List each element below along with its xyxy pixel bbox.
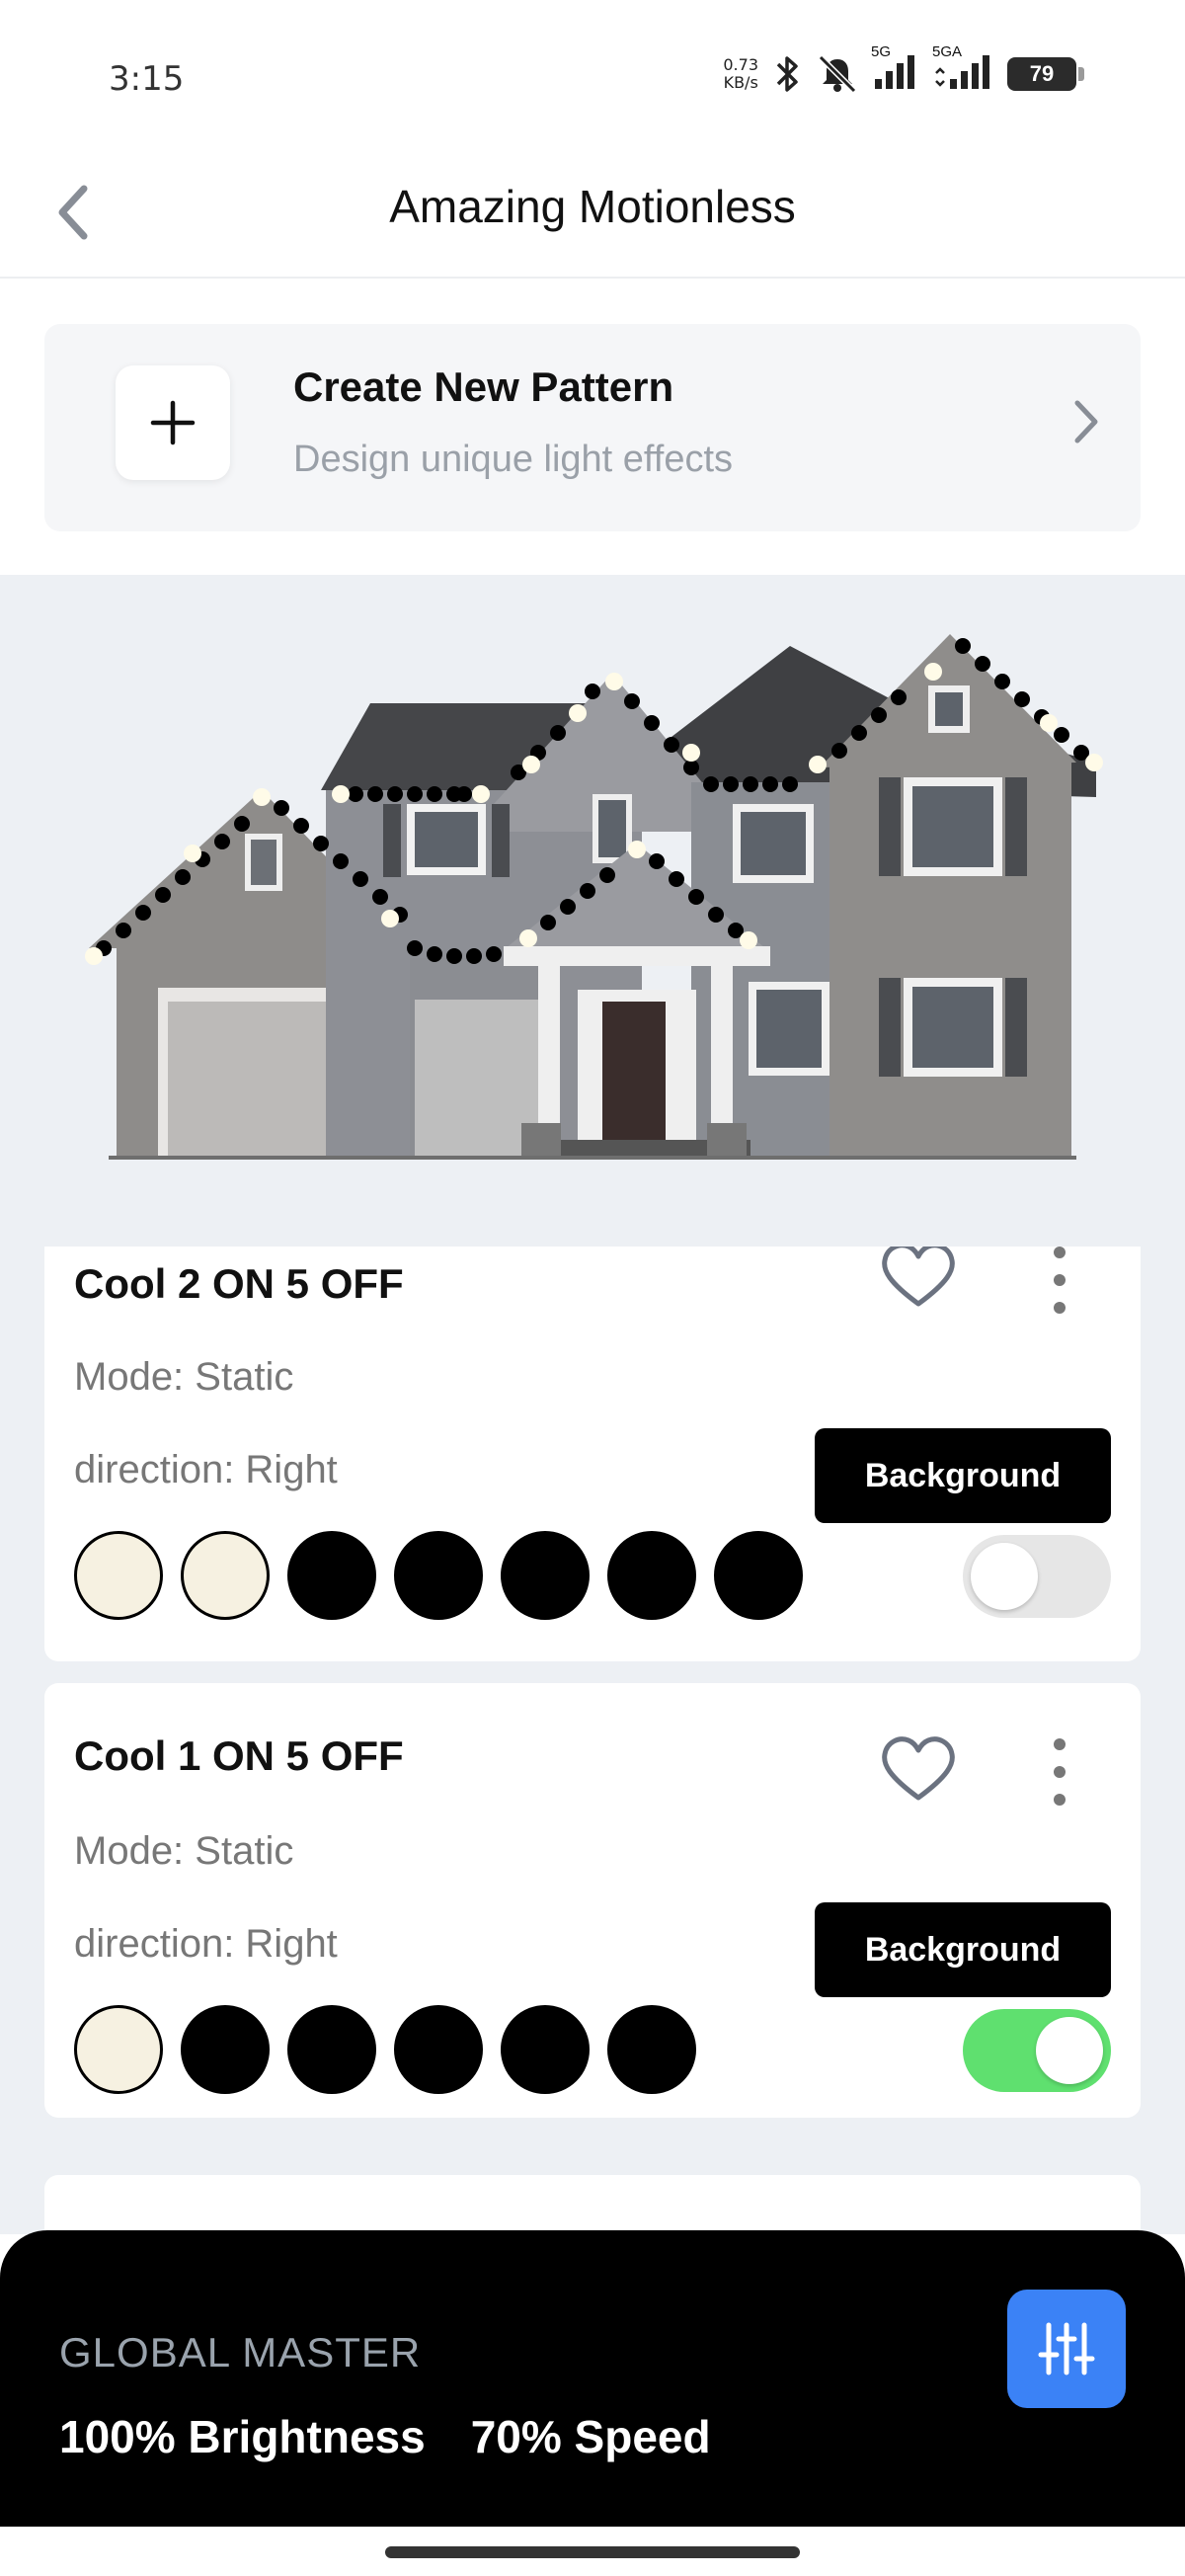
- color-swatch: [181, 2005, 270, 2094]
- app-header: Amazing Motionless: [0, 148, 1185, 279]
- color-swatch: [287, 2005, 376, 2094]
- pattern-card[interactable]: Cool 1 ON 5 OFF Mode: Static direction: …: [44, 1683, 1141, 2118]
- network-speed-value: 0.73: [723, 54, 758, 74]
- pattern-name: Cool 1 ON 5 OFF: [74, 1732, 404, 1779]
- heart-icon[interactable]: [879, 1734, 958, 1804]
- heart-icon[interactable]: [879, 1247, 958, 1310]
- chevron-right-icon: [1071, 397, 1101, 451]
- signal-2-label: 5GA: [932, 43, 963, 60]
- brightness-value: 100% Brightness: [59, 2411, 426, 2462]
- status-bar: 3:15 0.73 KB/s 5G 5GA 79: [0, 0, 1185, 148]
- color-swatches: [74, 2005, 696, 2094]
- signal-2: 5GA: [932, 43, 995, 96]
- color-swatches: [74, 1531, 803, 1620]
- pattern-card[interactable]: Cool 2 ON 5 OFF Mode: Static direction: …: [44, 1247, 1141, 1661]
- background-button[interactable]: Background: [815, 1428, 1111, 1523]
- network-speed-unit: KB/s: [723, 72, 758, 92]
- enable-toggle[interactable]: [963, 1535, 1111, 1618]
- plus-icon-box: [116, 365, 230, 480]
- color-swatch: [74, 2005, 163, 2094]
- home-indicator[interactable]: [385, 2546, 800, 2558]
- global-master-label: GLOBAL MASTER: [59, 2329, 422, 2375]
- color-swatch: [74, 1531, 163, 1620]
- mute-bell-icon: [818, 54, 857, 93]
- pattern-list[interactable]: Cool 2 ON 5 OFF Mode: Static direction: …: [0, 1247, 1185, 2234]
- more-options-icon[interactable]: [1054, 1247, 1067, 1314]
- battery-indicator: 79: [1007, 56, 1084, 91]
- pattern-card[interactable]: [44, 2175, 1141, 2234]
- bluetooth-icon: [776, 55, 798, 92]
- more-options-icon[interactable]: [1054, 1738, 1067, 1806]
- toggle-knob: [1036, 2017, 1103, 2084]
- color-swatch: [394, 1531, 483, 1620]
- sliders-icon: [1038, 2322, 1095, 2375]
- pattern-name: Cool 2 ON 5 OFF: [74, 1260, 404, 1307]
- create-pattern-card[interactable]: Create New Pattern Design unique light e…: [44, 324, 1141, 531]
- speed-value: 70% Speed: [470, 2411, 711, 2462]
- plus-icon: [150, 400, 196, 445]
- color-swatch: [607, 1531, 696, 1620]
- toggle-knob: [971, 1543, 1038, 1610]
- global-master-values: 100% Brightness 70% Speed: [59, 2410, 711, 2463]
- pattern-direction: direction: Right: [74, 1922, 338, 1966]
- house-illustration: [85, 634, 1103, 1160]
- pattern-mode: Mode: Static: [74, 1355, 294, 1399]
- house-preview: [0, 575, 1185, 1247]
- color-swatch: [181, 1531, 270, 1620]
- network-speed: 0.73 KB/s: [723, 54, 758, 92]
- page-title: Amazing Motionless: [389, 181, 796, 232]
- color-swatch: [501, 2005, 590, 2094]
- signal-1-label: 5G: [871, 43, 892, 60]
- color-swatch: [607, 2005, 696, 2094]
- color-swatch: [394, 2005, 483, 2094]
- signal-1: 5G: [871, 43, 920, 96]
- color-swatch: [501, 1531, 590, 1620]
- pattern-direction: direction: Right: [74, 1448, 338, 1491]
- status-time: 3:15: [109, 59, 185, 99]
- color-swatch: [714, 1531, 803, 1620]
- create-pattern-subtitle: Design unique light effects: [293, 439, 734, 480]
- create-pattern-title: Create New Pattern: [293, 363, 674, 410]
- enable-toggle[interactable]: [963, 2009, 1111, 2092]
- global-master-panel: GLOBAL MASTER 100% Brightness 70% Speed: [0, 2230, 1185, 2527]
- status-icons: 0.73 KB/s 5G 5GA 79: [723, 43, 1084, 96]
- adjust-settings-button[interactable]: [1007, 2290, 1126, 2408]
- color-swatch: [287, 1531, 376, 1620]
- background-button[interactable]: Background: [815, 1902, 1111, 1997]
- pattern-mode: Mode: Static: [74, 1829, 294, 1873]
